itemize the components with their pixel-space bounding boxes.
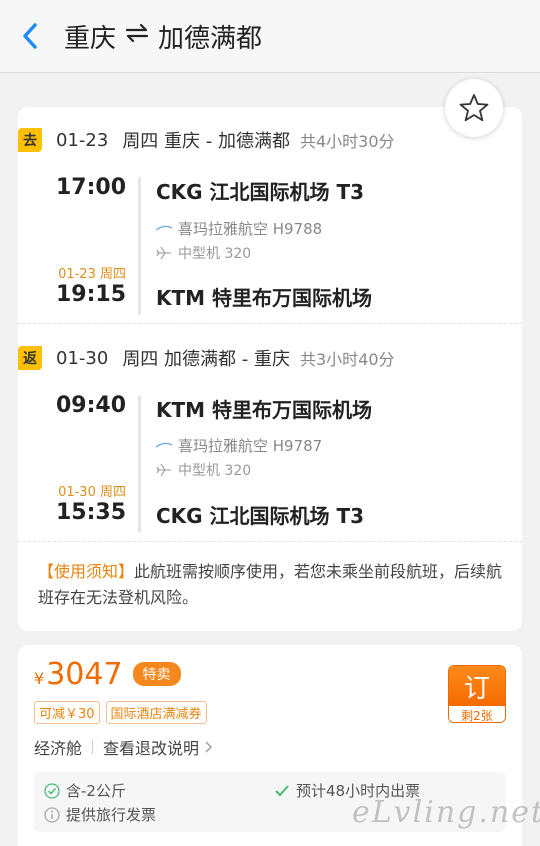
plane-icon [156,463,171,477]
timeline-line [138,177,141,315]
outbound-route: 周四 重庆 - 加德满都 [122,131,290,152]
outbound-arr-date: 01-23 周四 [58,267,126,282]
back-button[interactable] [0,0,60,73]
baggage-info: 含-2公斤 [44,780,126,801]
star-outline-icon [459,94,489,122]
refund-policy-link[interactable]: 查看退改说明 [103,735,213,759]
separator [92,740,94,754]
tickets-remaining: 剩2张 [449,706,505,722]
info-circle-icon [44,806,60,823]
destination-city: 加德满都 [158,23,263,54]
inbound-badge: 返 [18,346,42,370]
chevron-left-icon [23,23,37,49]
notice-tag: 【使用须知】 [38,562,135,581]
book-label: 订 [449,666,505,706]
timeline-line [138,395,141,533]
outbound-header: 去 01-23 周四 重庆 - 加德满都 共4小时30分 [18,125,522,155]
usage-notice: 【使用须知】此航班需按顺序使用，若您未乘坐前段航班，后续航班存在无法登机风险。 [38,559,508,611]
book-button[interactable]: 订 剩2张 [448,665,506,723]
inbound-arr-time: 15:35 [55,500,126,525]
airline-logo-icon [156,225,172,231]
outbound-dep-airport: CKG 江北国际机场 T3 [156,180,365,204]
watermark: eLvling.net [352,795,540,830]
origin-city: 重庆 [64,23,117,54]
check-circle-icon [44,782,60,799]
inbound-arr-airport: CKG 江北国际机场 T3 [156,504,365,528]
inbound-dep-airport: KTM 特里布万国际机场 [156,398,373,422]
inbound-duration: 共3小时40分 [300,350,395,369]
round-trip-arrows-icon [124,21,150,51]
plane-icon [156,246,171,260]
hotel-coupon[interactable]: 国际酒店满减券 [105,701,207,724]
outbound-dep-time: 17:00 [55,175,126,200]
sale-tag: 特卖 [132,662,181,686]
inbound-arr-date: 01-30 周四 [58,485,126,500]
inbound-dep-time: 09:40 [55,393,126,418]
favorite-button[interactable] [445,79,503,137]
price-amount: 3047 [46,657,123,692]
page-title: 重庆 加德满都 [64,18,262,55]
invoice-info: 提供旅行发票 [44,804,156,825]
divider [18,323,522,324]
inbound-aircraft: 中型机 320 [156,460,251,480]
airline-logo-icon [156,442,172,448]
top-nav-bar: 重庆 加德满都 [0,0,540,73]
chevron-right-icon [205,741,213,753]
inbound-date: 01-30 [56,347,109,369]
currency-symbol: ¥ [34,669,45,688]
inbound-header: 返 01-30 周四 加德满都 - 重庆 共3小时40分 [18,343,522,373]
outbound-arr-airport: KTM 特里布万国际机场 [156,286,373,310]
outbound-badge: 去 [18,128,42,152]
inbound-airline: 喜玛拉雅航空 H9787 [156,435,322,456]
price-row: ¥ 3047 特卖 [34,657,181,692]
check-icon [275,784,289,796]
discount-coupon[interactable]: 可减￥30 [34,701,100,724]
coupon-list: 可减￥30 国际酒店满减券 [34,701,207,724]
flight-details-card: 去 01-23 周四 重庆 - 加德满都 共4小时30分 17:00 CKG 江… [18,107,522,631]
cabin-row: 经济舱 查看退改说明 [34,735,213,759]
outbound-aircraft: 中型机 320 [156,243,251,263]
inbound-route: 周四 加德满都 - 重庆 [122,349,290,370]
outbound-date: 01-23 [56,129,109,151]
outbound-duration: 共4小时30分 [300,132,395,151]
outbound-airline: 喜玛拉雅航空 H9788 [156,218,322,239]
outbound-arr-time: 19:15 [55,282,126,307]
divider [18,541,522,542]
cabin-class: 经济舱 [34,739,83,758]
